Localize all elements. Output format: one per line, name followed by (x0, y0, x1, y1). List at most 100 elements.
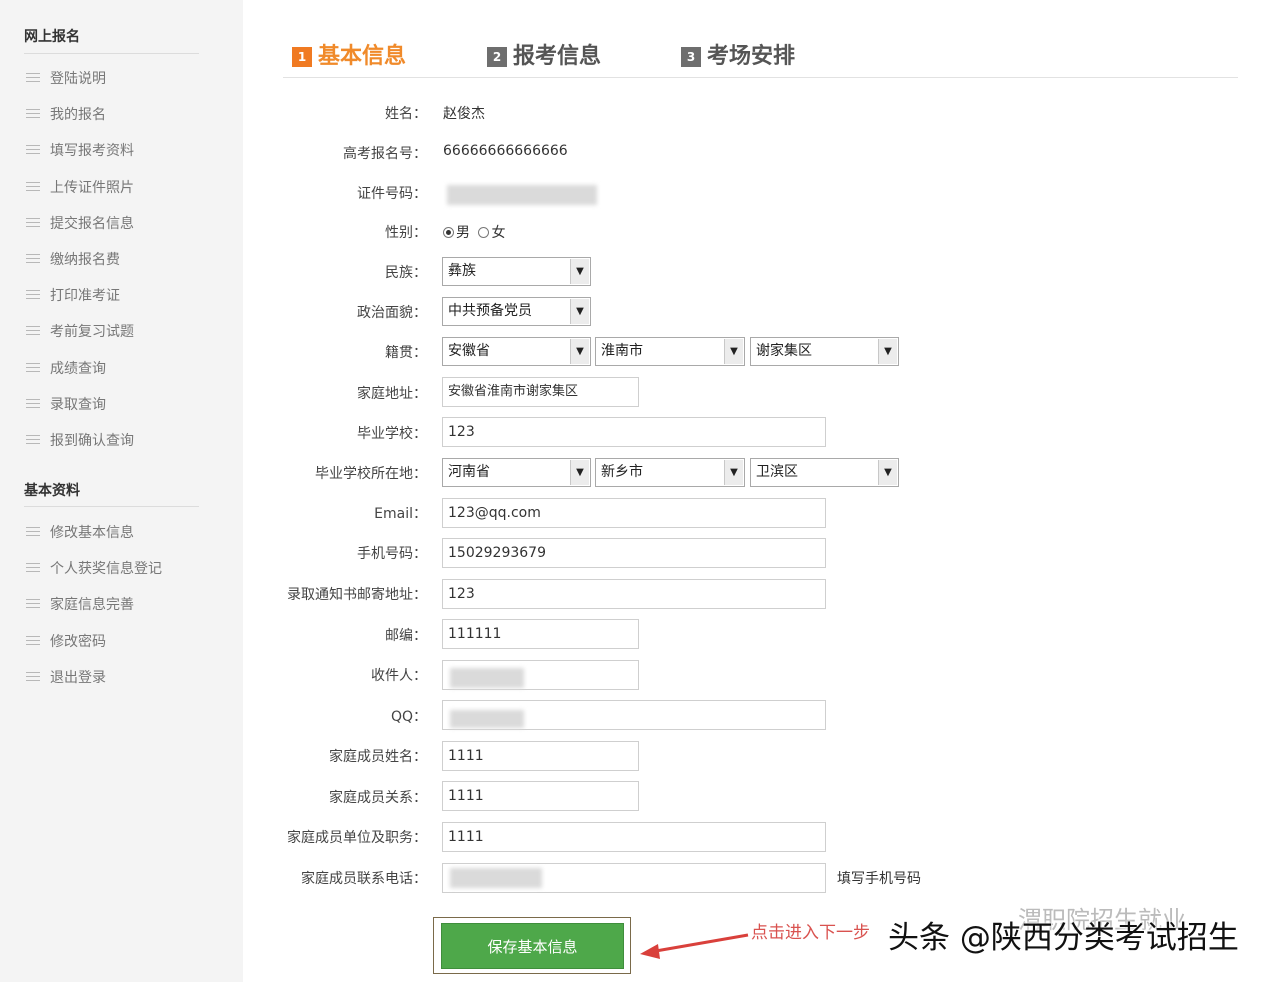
family-phone-label: 家庭成员联系电话： (301, 871, 427, 887)
list-icon (26, 362, 40, 374)
ethnic-label: 民族： (385, 265, 427, 281)
sidebar-item[interactable]: 提交报名信息 (26, 213, 134, 233)
tab-exam-info[interactable]: 2 报考信息 (487, 38, 601, 70)
sidebar-item[interactable]: 打印准考证 (26, 285, 120, 305)
family-phone-redacted (450, 868, 542, 888)
native-district-selected: 谢家集区 (756, 343, 812, 359)
school-district-selected: 卫滨区 (756, 464, 798, 480)
sidebar-item[interactable]: 报到确认查询 (26, 430, 134, 450)
native-province-select[interactable]: 安徽省 ▼ (442, 337, 591, 366)
regno-label: 高考报名号： (343, 146, 427, 162)
sidebar-item[interactable]: 录取查询 (26, 394, 106, 414)
sidebar-item[interactable]: 上传证件照片 (26, 177, 134, 197)
list-icon (26, 217, 40, 229)
sidebar-item[interactable]: 家庭信息完善 (26, 594, 134, 614)
idno-label: 证件号码： (357, 186, 427, 202)
save-basic-info-button[interactable]: 保存基本信息 (441, 923, 624, 969)
native-label: 籍贯： (385, 345, 427, 361)
sidebar: 网上报名 登陆说明 我的报名 填写报考资料 上传证件照片 提交报名信息 缴纳报名费 打印准考… (0, 0, 243, 982)
list-icon (26, 145, 40, 157)
sidebar-item-label: 我的报名 (50, 107, 106, 124)
school-province-select[interactable]: 河南省 ▼ (442, 458, 591, 487)
mail-address-input[interactable]: 123 (442, 579, 826, 609)
school-district-select[interactable]: 卫滨区 ▼ (750, 458, 899, 487)
sidebar-divider (24, 53, 199, 54)
list-icon (26, 599, 40, 611)
next-step-annotation: 点击进入下一步 (751, 923, 870, 943)
regno-value: 66666666666666 (443, 143, 568, 159)
tab-exam-arrangement[interactable]: 3 考场安排 (681, 38, 795, 70)
native-district-select[interactable]: 谢家集区 ▼ (750, 337, 899, 366)
tab-label: 报考信息 (513, 44, 602, 69)
school-input[interactable]: 123 (442, 417, 826, 447)
list-icon (26, 254, 40, 265)
recipient-label: 收件人： (371, 668, 427, 684)
tab-divider (283, 77, 1238, 78)
tab-label: 考场安排 (707, 44, 796, 69)
tab-basic-info[interactable]: 1 基本信息 (292, 38, 406, 70)
sidebar-item-label: 家庭信息完善 (50, 597, 134, 614)
family-job-input[interactable]: 1111 (442, 822, 826, 852)
step-number-icon: 1 (292, 47, 312, 67)
sidebar-item[interactable]: 缴纳报名费 (26, 249, 120, 269)
chevron-down-icon: ▼ (570, 259, 589, 284)
sidebar-item-label: 成绩查询 (50, 360, 106, 377)
school-city-select[interactable]: 新乡市 ▼ (595, 458, 745, 487)
name-value: 赵俊杰 (443, 106, 485, 122)
political-label: 政治面貌： (357, 305, 427, 321)
gender-male-radio[interactable] (443, 227, 454, 238)
family-relation-input[interactable]: 1111 (442, 781, 639, 811)
sidebar-section-title: 基本资料 (24, 483, 80, 499)
step-number-icon: 2 (487, 47, 507, 67)
sidebar-item[interactable]: 修改基本信息 (26, 522, 134, 542)
recipient-redacted (450, 668, 524, 688)
sidebar-item[interactable]: 考前复习试题 (26, 321, 134, 341)
gender-radio-group: 男 女 (443, 222, 505, 242)
postcode-input[interactable]: 111111 (442, 619, 639, 649)
tab-label: 基本信息 (318, 44, 407, 69)
list-icon (26, 563, 40, 575)
sidebar-item-label: 登陆说明 (50, 71, 106, 87)
school-province-selected: 河南省 (448, 464, 490, 480)
native-city-select[interactable]: 淮南市 ▼ (595, 337, 745, 366)
phone-input[interactable]: 15029293679 (442, 538, 826, 568)
sidebar-item-label: 填写报考资料 (50, 143, 134, 160)
list-icon (26, 73, 40, 84)
chevron-down-icon: ▼ (570, 460, 589, 485)
chevron-down-icon: ▼ (724, 460, 743, 485)
political-select[interactable]: 中共预备党员 ▼ (442, 297, 591, 326)
sidebar-item[interactable]: 填写报考资料 (26, 140, 134, 160)
family-phone-hint: 填写手机号码 (837, 871, 921, 887)
gender-female-radio[interactable] (478, 227, 490, 238)
sidebar-item[interactable]: 登陆说明 (26, 68, 106, 88)
ethnic-select[interactable]: 彝族 ▼ (442, 257, 591, 286)
sidebar-item[interactable]: 退出登录 (26, 667, 106, 687)
sidebar-item[interactable]: 修改密码 (26, 631, 106, 651)
sidebar-item[interactable]: 成绩查询 (26, 358, 106, 378)
family-relation-label: 家庭成员关系： (329, 790, 427, 806)
family-name-input[interactable]: 1111 (442, 741, 639, 771)
step-number-icon: 3 (681, 47, 701, 67)
chevron-down-icon: ▼ (570, 299, 589, 324)
school-city-selected: 新乡市 (601, 464, 643, 480)
qq-label: QQ： (390, 709, 427, 725)
sidebar-item[interactable]: 个人获奖信息登记 (26, 558, 162, 578)
list-icon (26, 635, 40, 647)
address-input[interactable]: 安徽省淮南市谢家集区 (442, 377, 639, 407)
sidebar-item-label: 提交报名信息 (50, 215, 134, 232)
qq-redacted (450, 710, 524, 728)
sidebar-item-label: 打印准考证 (50, 288, 120, 305)
postcode-label: 邮编： (385, 628, 427, 644)
gender-female-label: 女 (491, 225, 506, 241)
mail-address-label: 录取通知书邮寄地址： (287, 587, 427, 603)
phone-label: 手机号码： (357, 546, 427, 562)
email-input[interactable]: 123@qq.com (442, 498, 826, 528)
school-location-label: 毕业学校所在地： (315, 466, 427, 482)
gender-label: 性别： (385, 225, 427, 241)
list-icon (26, 326, 40, 338)
address-label: 家庭地址： (357, 386, 427, 402)
chevron-down-icon: ▼ (878, 460, 897, 485)
sidebar-item-label: 考前复习试题 (50, 324, 134, 341)
sidebar-item-label: 退出登录 (50, 669, 106, 686)
sidebar-item[interactable]: 我的报名 (26, 104, 106, 124)
